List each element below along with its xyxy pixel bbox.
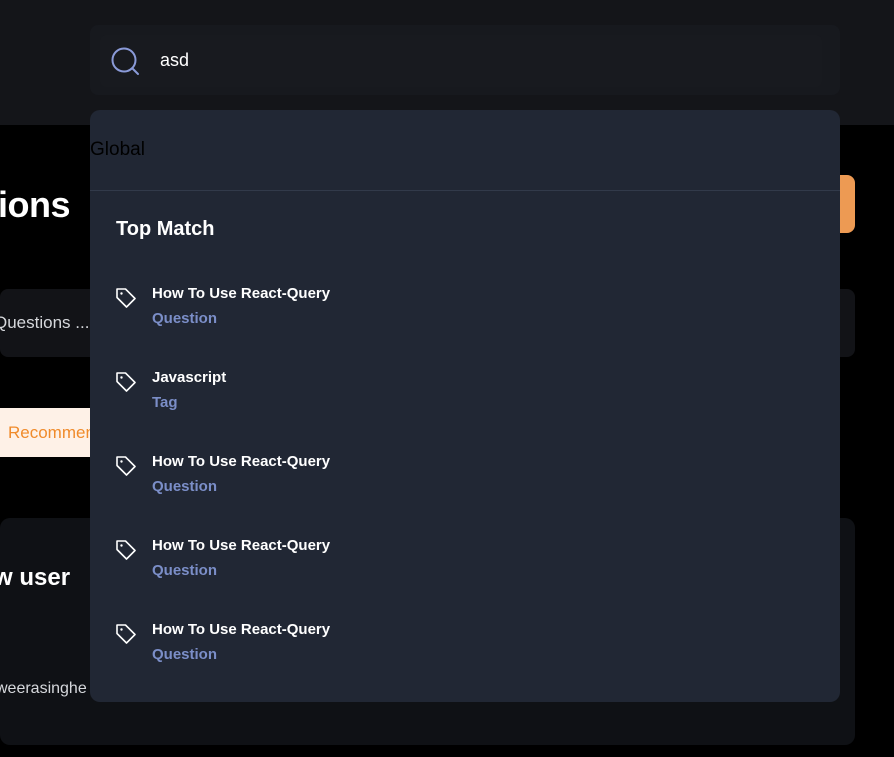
global-search-input[interactable] [160, 46, 760, 74]
search-result-title: Javascript [152, 369, 227, 386]
local-search-placeholder: Questions ... [0, 313, 90, 332]
search-result-item[interactable]: How To Use React-Query Question [114, 621, 714, 671]
search-result-type: Tag [152, 394, 178, 411]
tag-icon [116, 372, 136, 392]
tag-icon [116, 624, 136, 644]
search-result-title: How To Use React-Query [152, 285, 331, 302]
search-result-type: Question [152, 310, 218, 327]
tag-icon [116, 540, 136, 560]
search-result-type: Question [152, 646, 218, 663]
global-filter-label[interactable]: Global [90, 139, 145, 161]
search-result-type: Question [152, 478, 218, 495]
tag-icon [116, 456, 136, 476]
question-card-title: w user [0, 564, 71, 591]
search-result-title: How To Use React-Query [152, 453, 331, 470]
search-result-title: How To Use React-Query [152, 537, 331, 554]
search-result-title: How To Use React-Query [152, 621, 331, 638]
search-result-type: Question [152, 562, 218, 579]
global-search-results: Global Top Match How To Use React-Query … [90, 110, 840, 702]
search-result-item[interactable]: How To Use React-Query Question [114, 537, 714, 587]
section-title-top-match: Top Match [116, 218, 215, 240]
search-result-item[interactable]: Javascript Tag [114, 369, 714, 419]
tag-icon [116, 288, 136, 308]
search-icon [111, 47, 139, 75]
page-title: ions [0, 184, 71, 225]
search-result-item[interactable]: How To Use React-Query Question [114, 453, 714, 503]
question-card-author: weerasinghe [0, 680, 87, 697]
search-result-item[interactable]: How To Use React-Query Question [114, 285, 714, 335]
divider [90, 190, 840, 191]
